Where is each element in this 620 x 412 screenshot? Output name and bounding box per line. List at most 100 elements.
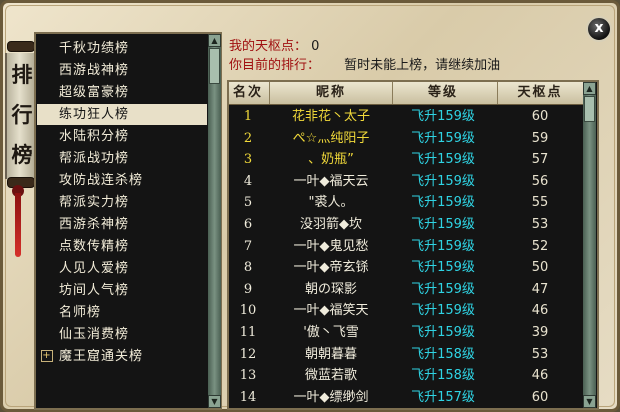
scroll-up-arrow-icon[interactable]: ▲	[208, 34, 221, 47]
table-row[interactable]: 12 朝朝暮暮 飞升158级 53	[229, 344, 583, 365]
category-label: 帮派战功榜	[59, 151, 130, 166]
table-row[interactable]: 3 、奶瓶” 飞升159级 57	[229, 149, 583, 170]
rank-cell: 6	[243, 217, 253, 232]
points-cell: 60	[531, 109, 549, 124]
points-cell: 55	[531, 195, 549, 211]
table-header: 名次 昵称 等级 天枢点	[229, 82, 583, 105]
category-label: 西游战神榜	[59, 63, 130, 78]
table-row[interactable]: 5 "裘人。 飞升159级 55	[229, 192, 583, 213]
level-cell: 飞升159级	[411, 130, 475, 146]
header-name[interactable]: 昵称	[271, 82, 391, 104]
category-label: 坊间人气榜	[59, 283, 130, 298]
scroll-thumb[interactable]	[584, 96, 595, 122]
scroll-up-arrow-icon[interactable]: ▲	[583, 82, 596, 95]
points-cell: 52	[531, 238, 549, 254]
points-cell: 53	[531, 217, 549, 232]
category-label: 帮派实力榜	[59, 195, 130, 210]
category-item[interactable]: 帮派战功榜	[37, 148, 207, 169]
table-row[interactable]: 8 一叶◆帝玄铩 飞升159级 50	[229, 257, 583, 278]
table-row[interactable]: 1 花非花丶太子 飞升159级 60	[229, 106, 583, 127]
category-label: 千秋功绩榜	[59, 41, 130, 56]
category-item[interactable]: 超级富豪榜	[37, 82, 207, 103]
banner-top-rod	[7, 41, 35, 52]
table-row[interactable]: 4 一叶◆福天云 飞升159级 56	[229, 171, 583, 192]
scroll-down-arrow-icon[interactable]: ▼	[583, 395, 596, 408]
rank-cell: 10	[239, 303, 257, 319]
rank-cell: 9	[243, 281, 253, 297]
category-item[interactable]: 名师榜	[37, 302, 207, 323]
category-label: 仙玉消费榜	[59, 327, 130, 342]
level-cell: 飞升157级	[411, 389, 475, 405]
rank-cell: 4	[243, 173, 253, 189]
header-divider	[497, 82, 498, 104]
points-cell: 60	[531, 389, 549, 405]
category-item[interactable]: + 魔王窟通关榜	[37, 346, 207, 367]
table-row[interactable]: 14 一叶◆缥缈剑 飞升157级 60	[229, 387, 583, 408]
table-row[interactable]: 10 一叶◆福笑天 飞升159级 46	[229, 300, 583, 321]
rank-cell: 12	[239, 346, 257, 362]
red-tassel	[15, 193, 21, 257]
category-scrollbar[interactable]: ▲ ▼	[208, 34, 221, 408]
points-cell: 46	[531, 303, 549, 319]
table-row[interactable]: 2 ぺ☆灬纯阳子 飞升159级 59	[229, 128, 583, 149]
category-item[interactable]: 人见人爱榜	[37, 258, 207, 279]
level-cell: 飞升158级	[411, 346, 475, 362]
table-row[interactable]: 13 微蓝若歌 飞升158级 46	[229, 365, 583, 386]
level-cell: 飞升159级	[411, 195, 475, 211]
category-item[interactable]: 千秋功绩榜	[37, 38, 207, 59]
name-cell: 一叶◆缥缈剑	[293, 389, 369, 405]
level-cell: 飞升159级	[411, 325, 475, 340]
category-panel: 千秋功绩榜西游战神榜超级富豪榜练功狂人榜水陆积分榜帮派战功榜攻防战连杀榜 帮派实力…	[34, 32, 222, 410]
name-cell: "裘人。	[308, 195, 354, 211]
category-label: 魔王窟通关榜	[59, 349, 144, 364]
category-label: 点数传精榜	[59, 239, 130, 254]
category-item[interactable]: 仙玉消费榜	[37, 324, 207, 345]
header-level[interactable]: 等级	[391, 82, 495, 104]
name-cell: 一叶◆福天云	[293, 173, 369, 189]
level-cell: 飞升159级	[411, 238, 475, 254]
table-row[interactable]: 7 一叶◆鬼见愁 飞升159级 52	[229, 236, 583, 257]
category-label: 西游杀神榜	[59, 217, 130, 232]
category-item[interactable]: 水陆积分榜	[37, 126, 207, 147]
table-scrollbar[interactable]: ▲ ▼	[583, 82, 596, 408]
category-item[interactable]: 西游战神榜	[37, 60, 207, 81]
close-button[interactable]: x	[586, 16, 612, 42]
title-banner: 排 行 榜	[3, 17, 37, 257]
name-cell: 一叶◆帝玄铩	[293, 260, 369, 276]
rank-cell: 8	[243, 260, 253, 276]
category-label: 名师榜	[59, 305, 102, 320]
level-cell: 飞升159级	[411, 109, 475, 124]
expand-plus-icon[interactable]: +	[41, 350, 53, 362]
table-row[interactable]: 9 朝の琛影 飞升159级 47	[229, 279, 583, 300]
header-rank[interactable]: 名次	[229, 82, 267, 104]
points-label: 我的天枢点：	[229, 39, 308, 54]
level-cell: 飞升159级	[411, 260, 475, 276]
category-label: 练功狂人榜	[59, 107, 130, 122]
banner-scroll: 排 行 榜	[5, 53, 37, 179]
rank-cell: 2	[243, 130, 253, 146]
points-cell: 53	[531, 346, 549, 362]
rank-row: 你目前的排行： 暂时未能上榜，请继续加油	[229, 57, 500, 75]
banner-char-3: 榜	[11, 142, 33, 167]
category-label: 水陆积分榜	[59, 129, 130, 144]
category-label: 攻防战连杀榜	[59, 173, 144, 188]
name-cell: 一叶◆鬼见愁	[293, 238, 369, 254]
scroll-thumb[interactable]	[209, 48, 220, 84]
points-cell: 47	[531, 281, 549, 297]
category-item[interactable]: 点数传精榜	[37, 236, 207, 257]
points-cell: 56	[531, 173, 549, 189]
points-row: 我的天枢点： 0	[229, 38, 319, 56]
category-item[interactable]: 攻防战连杀榜	[37, 170, 207, 191]
category-item[interactable]: 练功狂人榜	[37, 104, 207, 125]
category-item[interactable]: 帮派实力榜	[37, 192, 207, 213]
points-cell: 59	[531, 130, 549, 146]
rank-cell: 11	[239, 325, 257, 340]
scroll-down-arrow-icon[interactable]: ▼	[208, 395, 221, 408]
category-item[interactable]: 坊间人气榜	[37, 280, 207, 301]
table-row[interactable]: 6 没羽箭◆坎 飞升159级 53	[229, 214, 583, 235]
header-points[interactable]: 天枢点	[499, 82, 581, 104]
table-row[interactable]: 11 '傲丶飞雪 飞升159级 39	[229, 322, 583, 343]
level-cell: 飞升159级	[411, 217, 475, 232]
category-item[interactable]: 西游杀神榜	[37, 214, 207, 235]
close-icon: x	[594, 20, 604, 36]
